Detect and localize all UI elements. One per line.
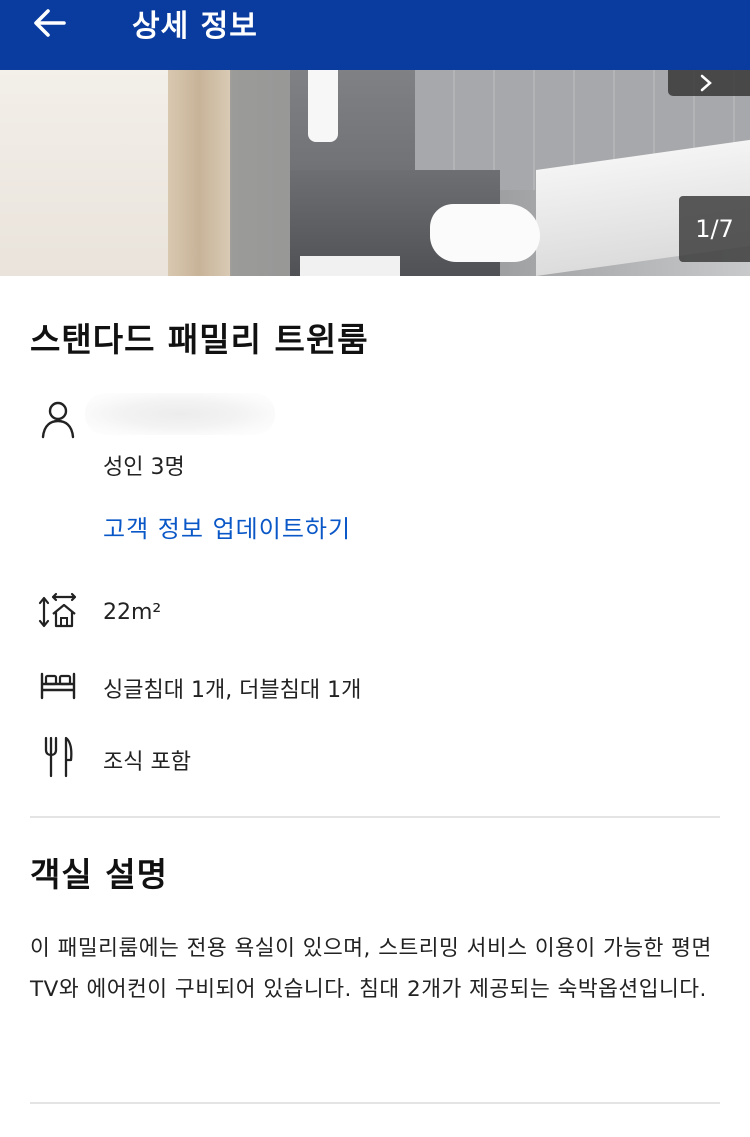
gallery-counter: 1/7	[679, 196, 750, 262]
room-photo[interactable]	[0, 70, 750, 276]
room-name: 스탠다드 패밀리 트윈룸	[30, 320, 369, 359]
bed-icon	[40, 672, 76, 700]
meal-plan: 조식 포함	[103, 750, 191, 775]
room-size-icon	[38, 592, 77, 628]
chevron-right-icon	[700, 74, 712, 92]
gallery-next-button[interactable]	[668, 70, 750, 96]
fork-knife-icon	[44, 736, 73, 778]
person-icon	[41, 401, 75, 439]
back-button[interactable]	[30, 4, 70, 42]
divider	[30, 1102, 720, 1104]
bed-types: 싱글침대 1개, 더블침대 1개	[103, 678, 362, 703]
guest-count: 성인 3명	[103, 455, 185, 480]
arrow-left-icon	[34, 9, 66, 37]
divider	[30, 816, 720, 818]
update-guest-info-link[interactable]: 고객 정보 업데이트하기	[103, 509, 351, 544]
room-size: 22m²	[103, 600, 162, 625]
room-description-title: 객실 설명	[30, 855, 168, 894]
guest-name-blurred	[85, 393, 275, 435]
app-bar: 상세 정보	[0, 0, 750, 70]
page-title: 상세 정보	[132, 9, 258, 44]
room-description-text: 이 패밀리룸에는 전용 욕실이 있으며, 스트리밍 서비스 이용이 가능한 평면…	[30, 936, 712, 1002]
